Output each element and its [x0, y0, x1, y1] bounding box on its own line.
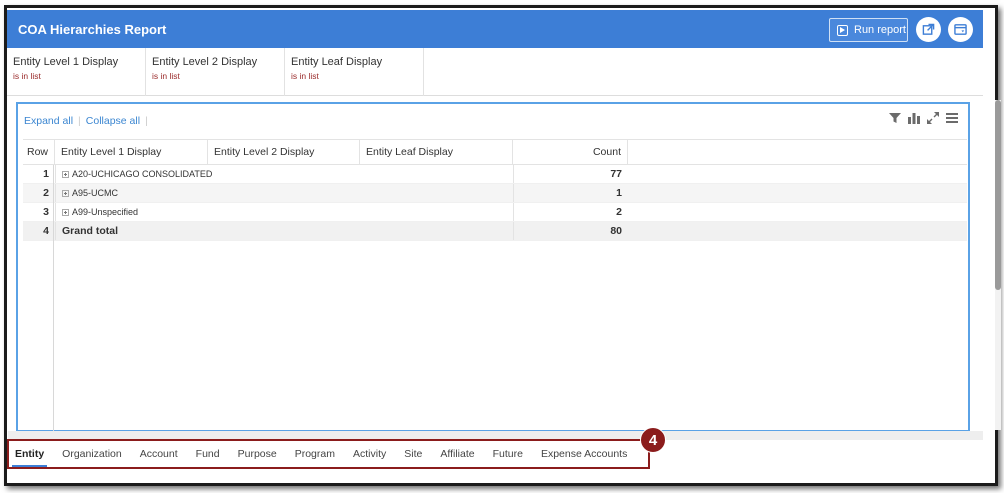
- table-row[interactable]: 1 A20-UCHICAGO CONSOLIDATED 77: [23, 165, 967, 184]
- header-filler: [628, 140, 967, 164]
- callout-badge: 4: [640, 427, 666, 453]
- tree-toolbar: Expand all | Collapse all |: [24, 115, 153, 127]
- toolbar-divider: |: [78, 115, 81, 127]
- col-header-entity-level-1[interactable]: Entity Level 1 Display: [55, 140, 208, 164]
- expand-icon[interactable]: [927, 112, 939, 124]
- filter-condition: is in list: [152, 71, 180, 81]
- hierarchy-tabs: Entity Organization Account Fund Purpose…: [7, 439, 650, 469]
- tab-organization[interactable]: Organization: [62, 441, 122, 467]
- row-number: 1: [43, 168, 49, 180]
- toolbar-divider: |: [145, 115, 148, 127]
- tab-account[interactable]: Account: [140, 441, 178, 467]
- grand-total-label: Grand total: [55, 222, 513, 240]
- row-count: 2: [513, 203, 628, 221]
- collapse-all-link[interactable]: Collapse all: [86, 115, 140, 127]
- view-tools: [889, 112, 958, 124]
- report-header: COA Hierarchies Report Run report: [7, 10, 983, 48]
- row-label: A99-Unspecified: [72, 207, 139, 217]
- filter-icon[interactable]: [889, 112, 901, 124]
- chart-icon[interactable]: [908, 112, 920, 124]
- menu-icon[interactable]: [946, 112, 958, 124]
- tab-future[interactable]: Future: [493, 441, 523, 467]
- run-report-icon: [837, 24, 848, 36]
- tab-purpose[interactable]: Purpose: [238, 441, 277, 467]
- row-label-cell: A95-UCMC: [55, 184, 513, 202]
- window-icon: [954, 24, 967, 35]
- row-number: 3: [43, 206, 49, 218]
- run-report-label: Run report: [854, 24, 906, 36]
- open-external-icon: [922, 23, 935, 35]
- col-header-entity-leaf[interactable]: Entity Leaf Display: [360, 140, 513, 164]
- tab-affiliate[interactable]: Affiliate: [440, 441, 474, 467]
- grand-total-row: 4 Grand total 80: [23, 222, 967, 241]
- filter-entity-level-1[interactable]: Entity Level 1 Display is in list: [7, 48, 146, 96]
- filter-label: Entity Level 2 Display: [152, 56, 258, 68]
- filter-condition: is in list: [291, 71, 319, 81]
- table-row[interactable]: 2 A95-UCMC 1: [23, 184, 967, 203]
- report-panel: Expand all | Collapse all | Row Entity L…: [16, 102, 970, 432]
- report-grid: Row Entity Level 1 Display Entity Level …: [23, 139, 967, 241]
- grid-header: Row Entity Level 1 Display Entity Level …: [23, 139, 967, 165]
- tab-entity[interactable]: Entity: [11, 441, 48, 467]
- tab-expense-accounts[interactable]: Expense Accounts: [541, 441, 627, 467]
- filter-entity-level-2[interactable]: Entity Level 2 Display is in list: [146, 48, 285, 96]
- row-label: A20-UCHICAGO CONSOLIDATED: [72, 169, 213, 179]
- vertical-scrollbar[interactable]: [995, 100, 1001, 430]
- expand-row-icon[interactable]: [62, 189, 69, 197]
- window-button[interactable]: [948, 17, 973, 42]
- filter-label: Entity Level 1 Display: [13, 56, 119, 68]
- open-external-button[interactable]: [916, 17, 941, 42]
- page-title: COA Hierarchies Report: [18, 21, 167, 37]
- row-count: 1: [513, 184, 628, 202]
- row-label-cell: A99-Unspecified: [55, 203, 513, 221]
- grand-total-count: 80: [513, 222, 628, 240]
- filter-bar: Entity Level 1 Display is in list Entity…: [7, 48, 983, 96]
- run-report-button[interactable]: Run report: [829, 18, 908, 42]
- row-label: A95-UCMC: [72, 188, 119, 198]
- expand-row-icon[interactable]: [62, 170, 69, 178]
- tab-fund[interactable]: Fund: [196, 441, 220, 467]
- row-column-divider: [53, 165, 54, 432]
- filter-label: Entity Leaf Display: [291, 56, 383, 68]
- expand-all-link[interactable]: Expand all: [24, 115, 73, 127]
- tab-site[interactable]: Site: [404, 441, 422, 467]
- col-header-row[interactable]: Row: [23, 140, 55, 164]
- col-header-count[interactable]: Count: [513, 140, 628, 164]
- tab-activity[interactable]: Activity: [353, 441, 386, 467]
- expand-row-icon[interactable]: [62, 208, 69, 216]
- filter-entity-leaf[interactable]: Entity Leaf Display is in list: [285, 48, 424, 96]
- row-count: 77: [513, 165, 628, 183]
- filter-condition: is in list: [13, 71, 41, 81]
- col-header-entity-level-2[interactable]: Entity Level 2 Display: [208, 140, 360, 164]
- tab-program[interactable]: Program: [295, 441, 335, 467]
- row-number: 2: [43, 187, 49, 199]
- row-label-cell: A20-UCHICAGO CONSOLIDATED: [55, 165, 513, 183]
- row-number: 4: [43, 225, 49, 237]
- table-row[interactable]: 3 A99-Unspecified 2: [23, 203, 967, 222]
- scrollbar-thumb[interactable]: [995, 100, 1001, 290]
